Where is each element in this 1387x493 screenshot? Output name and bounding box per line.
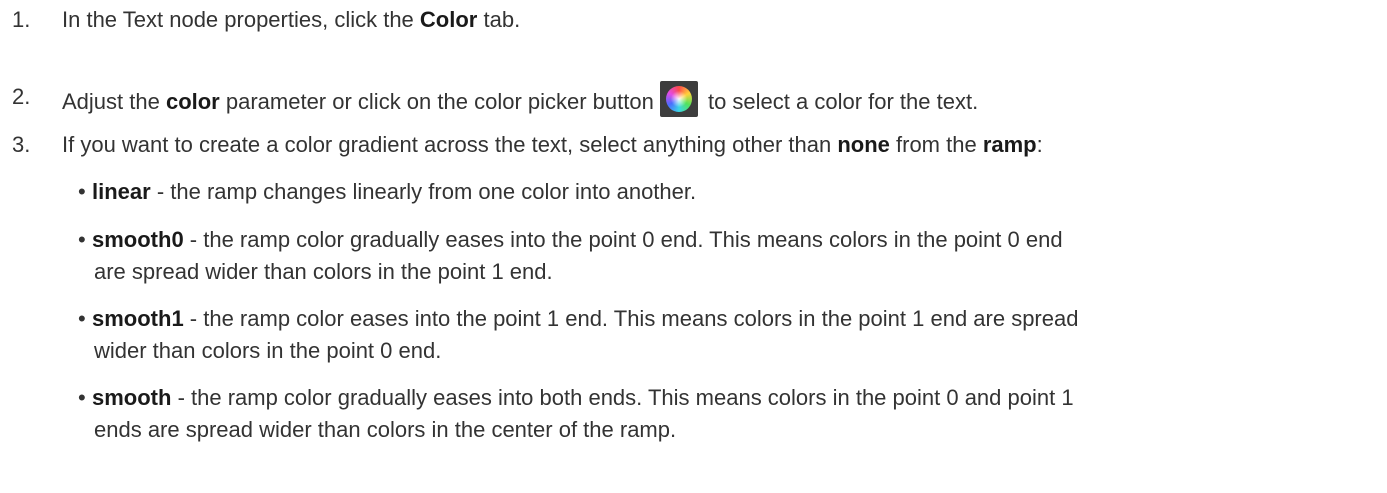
step-number: 1. bbox=[12, 7, 31, 32]
ramp-option-smooth0: • smooth0 - the ramp color gradually ease… bbox=[78, 224, 1063, 256]
step-number: 2. bbox=[12, 84, 31, 109]
step-text-part: If you want to create a color gradient a… bbox=[62, 132, 838, 157]
ramp-option-smooth: • smooth - the ramp color gradually eases… bbox=[78, 382, 1074, 414]
ramp-option-desc-continued: wider than colors in the point 0 end. bbox=[94, 338, 442, 363]
ramp-option-desc: - the ramp changes linearly from one col… bbox=[150, 179, 697, 204]
color-picker-button[interactable] bbox=[659, 81, 698, 117]
color-parameter-label: color bbox=[165, 89, 220, 114]
step-text-part: to select a color for the text. bbox=[701, 89, 979, 114]
bullet: • bbox=[78, 227, 86, 252]
ramp-option-desc: - the ramp color gradually eases into bo… bbox=[171, 385, 1074, 410]
step-text-part: In the Text node properties, click the bbox=[62, 7, 420, 32]
ramp-option-desc-continued: ends are spread wider than colors in the… bbox=[94, 417, 677, 442]
ramp-option-name: smooth0 bbox=[92, 227, 184, 252]
ramp-option-desc: - the ramp color gradually eases into th… bbox=[183, 227, 1063, 252]
ramp-option-name: smooth bbox=[92, 385, 172, 410]
step-number: 3. bbox=[12, 132, 31, 157]
ramp-option-name: linear bbox=[92, 179, 151, 204]
step-text-part: Adjust the bbox=[62, 89, 166, 114]
step-text-part: parameter or click on the color picker b… bbox=[219, 89, 654, 114]
ramp-parameter-label: ramp bbox=[982, 132, 1037, 157]
ramp-option-desc: - the ramp color eases into the point 1 … bbox=[183, 306, 1079, 331]
step-text: Adjust the color parameter or click on t… bbox=[62, 81, 978, 118]
step-text-part: tab. bbox=[477, 7, 521, 32]
bullet: • bbox=[78, 306, 86, 331]
step-text-part: from the bbox=[889, 132, 983, 157]
step-text: In the Text node properties, click the C… bbox=[62, 4, 520, 36]
step-text-part: : bbox=[1036, 132, 1043, 157]
step-text: If you want to create a color gradient a… bbox=[62, 129, 1043, 161]
ramp-option-name: smooth1 bbox=[92, 306, 184, 331]
none-option-label: none bbox=[837, 132, 890, 157]
ramp-option-smooth1: • smooth1 - the ramp color eases into the… bbox=[78, 303, 1078, 335]
bullet: • bbox=[78, 385, 86, 410]
ramp-option-linear: • linear - the ramp changes linearly from… bbox=[78, 176, 696, 208]
color-wheel-icon bbox=[665, 86, 692, 112]
ramp-option-desc-continued: are spread wider than colors in the poin… bbox=[94, 259, 553, 284]
documentation-page: 1. In the Text node properties, click th… bbox=[0, 0, 1387, 493]
bullet: • bbox=[78, 179, 86, 204]
color-tab-label: Color bbox=[419, 7, 478, 32]
